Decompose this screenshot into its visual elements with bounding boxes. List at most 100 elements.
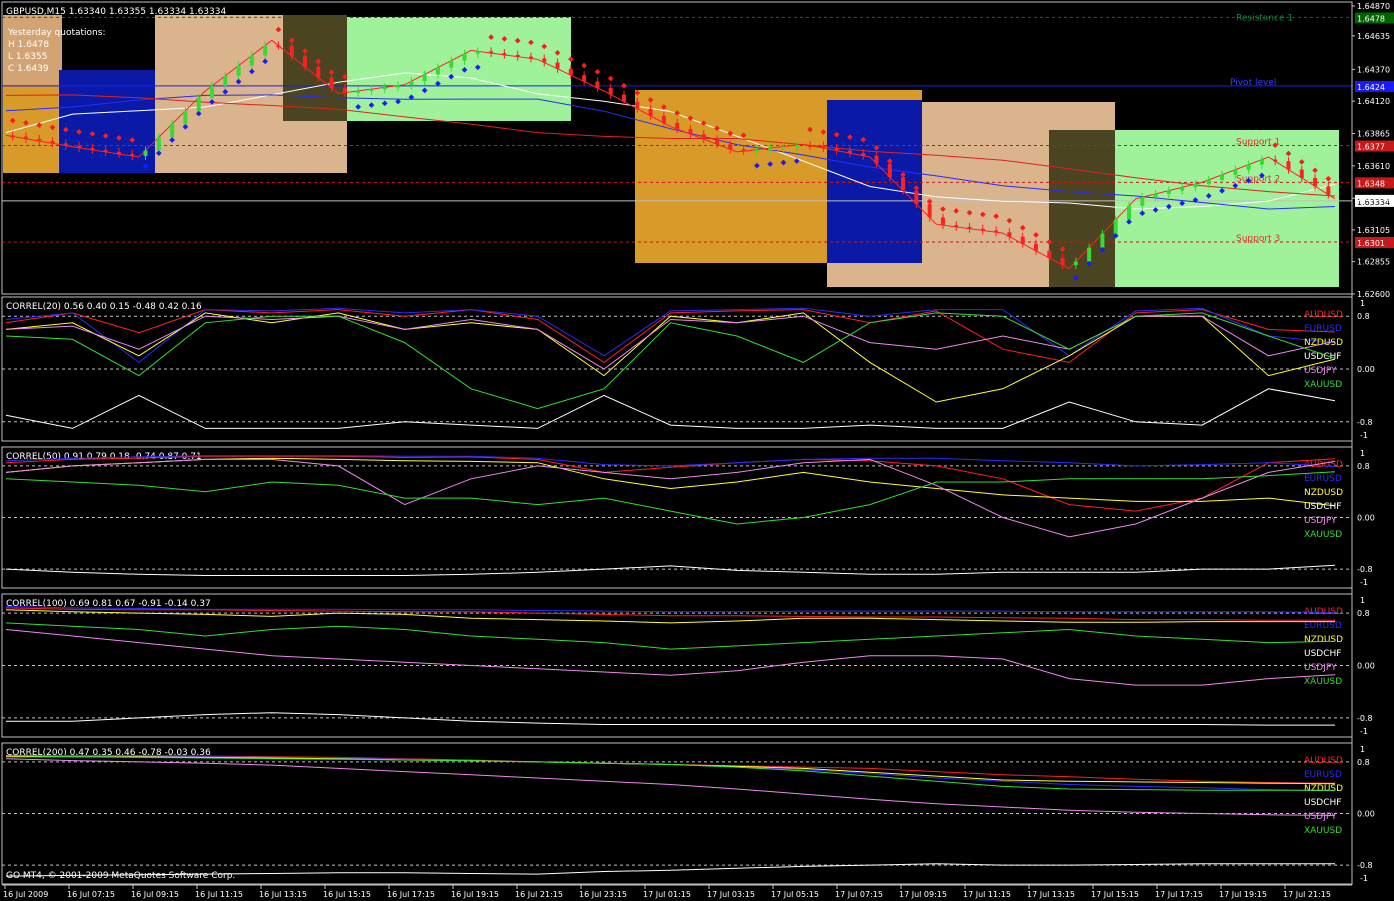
y-tick-label: 1.64120: [1357, 97, 1390, 106]
candle-body: [263, 45, 268, 56]
panel-tick-label: -0.8: [1357, 714, 1373, 723]
candle-body: [1220, 174, 1225, 180]
candle-body: [23, 136, 28, 139]
candle-body: [874, 155, 879, 164]
candle-body: [954, 225, 959, 228]
indicator-panels: CORREL(20) 0.56 0.40 0.15 -0.48 0.42 0.1…: [1, 296, 1353, 885]
session-zone: [827, 263, 922, 287]
candle-body: [887, 163, 892, 178]
legend-usdjpy: USDJPY: [1304, 516, 1337, 526]
legend-xauusd: XAUUSD: [1304, 677, 1342, 687]
candle-body: [77, 145, 82, 148]
candle-body: [1299, 169, 1304, 178]
candle-body: [289, 45, 294, 57]
candle-body: [715, 139, 720, 145]
session-zone: [3, 85, 58, 173]
legend-xauusd: XAUUSD: [1304, 530, 1342, 540]
candle-body: [183, 110, 188, 124]
candle-body: [1246, 164, 1251, 170]
candle-body: [967, 226, 972, 229]
legend-eurusd: EURUSD: [1304, 474, 1342, 484]
candle-body: [661, 115, 666, 123]
candle-body: [382, 87, 387, 90]
candle-body: [1140, 197, 1145, 206]
x-tick-label: 17 Jul 11:15: [963, 890, 1011, 899]
candle-body: [794, 145, 799, 148]
candle-body: [449, 60, 454, 68]
candle-body: [1033, 243, 1038, 251]
candle-body: [808, 145, 813, 148]
candle-body: [608, 87, 613, 95]
legend-usdjpy: USDJPY: [1304, 663, 1337, 673]
legend-usdjpy: USDJPY: [1304, 366, 1337, 376]
candle-body: [502, 53, 507, 56]
yesterday-close: C 1.6439: [8, 64, 49, 74]
chart-header: GBPUSD,M15 1.63340 1.63355 1.63334 1.633…: [6, 7, 226, 17]
candle-body: [635, 101, 640, 109]
panel-tick-label: 0.8: [1357, 758, 1370, 767]
y-tick-label: 1.64870: [1357, 2, 1390, 11]
candle-body: [1180, 187, 1185, 191]
candle-body: [116, 151, 121, 154]
level-tag-text: 1.6348: [1357, 179, 1385, 188]
candle-body: [356, 90, 361, 93]
panel-tick-label: -0.8: [1357, 861, 1373, 870]
level-tag-text: 1.6377: [1357, 143, 1385, 152]
candle-body: [568, 68, 573, 76]
candle-body: [50, 141, 55, 144]
candle-body: [37, 138, 42, 142]
candle-body: [342, 88, 347, 93]
level-tag-text: 1.6301: [1357, 239, 1385, 248]
x-tick-label: 16 Jul 17:15: [387, 890, 435, 899]
candle-body: [994, 230, 999, 233]
candle-body: [1166, 190, 1171, 194]
y-tick-label: 1.62855: [1357, 258, 1390, 267]
yesterday-low: L 1.6355: [8, 52, 47, 62]
candle-body: [435, 67, 440, 75]
x-tick-label: 17 Jul 09:15: [899, 890, 947, 899]
level-label: Pivot level: [1230, 78, 1276, 88]
y-tick-label: 1.63105: [1357, 226, 1390, 235]
x-tick-label: 17 Jul 19:15: [1219, 890, 1267, 899]
panel-tick-label: 0.8: [1357, 609, 1370, 618]
candle-body: [675, 122, 680, 130]
price-panel[interactable]: [1, 1, 1353, 295]
candle-body: [847, 150, 852, 154]
x-tick-label: 17 Jul 15:15: [1091, 890, 1139, 899]
candle-body: [303, 56, 308, 67]
panel-tick-label: -1: [1360, 431, 1368, 440]
candle-body: [462, 53, 467, 61]
legend-xauusd: XAUUSD: [1304, 826, 1342, 836]
x-tick-label: 16 Jul 09:15: [131, 890, 179, 899]
panel-tick-label: 1: [1360, 299, 1365, 308]
candle-body: [528, 56, 533, 59]
panel-tick-label: 0.8: [1357, 312, 1370, 321]
candle-body: [1020, 236, 1025, 244]
legend-usdchf: USDCHF: [1304, 649, 1341, 659]
candle-body: [834, 148, 839, 151]
trading-chart[interactable]: Resistance 1Pivot levelSupport 1Support …: [0, 0, 1394, 901]
candle-body: [90, 147, 95, 150]
session-zone: [347, 17, 571, 121]
legend-eurusd: EURUSD: [1304, 324, 1342, 334]
candle-body: [1286, 161, 1291, 170]
panel-tick-label: -0.8: [1357, 565, 1373, 574]
session-zone: [283, 15, 347, 121]
candle-body: [940, 217, 945, 226]
x-tick-label: 17 Jul 05:15: [771, 890, 819, 899]
panel-tick-label: 0.00: [1357, 365, 1375, 374]
candle-body: [209, 85, 214, 98]
candle-body: [475, 51, 480, 54]
candle-body: [1047, 250, 1052, 258]
legend-nzdusd: NZDUSD: [1304, 784, 1343, 794]
panel-tick-label: 0.00: [1357, 810, 1375, 819]
candle-body: [130, 153, 135, 156]
x-tick-label: 17 Jul 13:15: [1027, 890, 1075, 899]
legend-usdchf: USDCHF: [1304, 798, 1341, 808]
candle-body: [1087, 247, 1092, 262]
candle-body: [861, 153, 866, 156]
candle-body: [1113, 219, 1118, 234]
y-tick-label: 1.64635: [1357, 32, 1390, 41]
x-tick-label: 17 Jul 07:15: [835, 890, 883, 899]
candle-body: [582, 75, 587, 82]
